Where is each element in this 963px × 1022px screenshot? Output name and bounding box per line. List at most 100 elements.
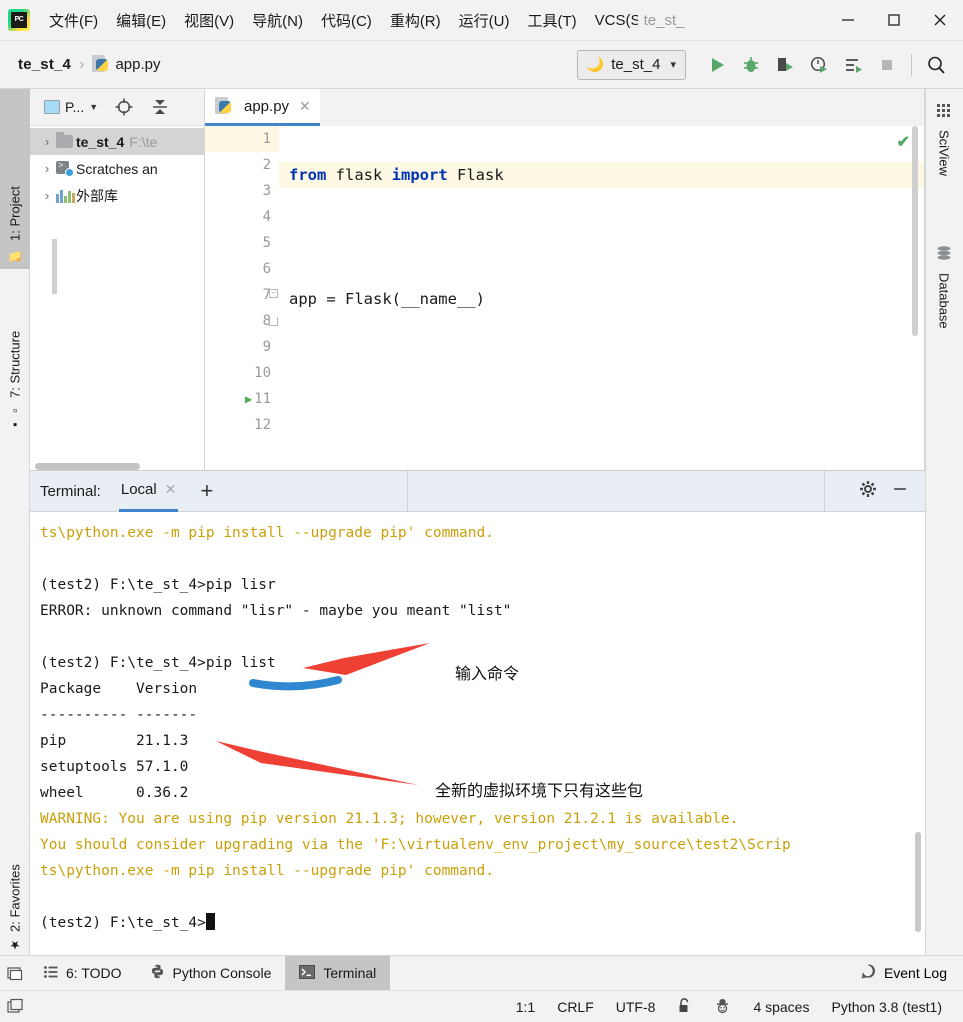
run-config-icon: 🌙 xyxy=(586,56,605,72)
code-line: app = Flask(__name__) xyxy=(289,290,485,308)
minimize-icon[interactable] xyxy=(825,0,871,41)
terminal-tab-local[interactable]: Local ✕ xyxy=(118,471,179,512)
run-config-name: te_st_4 xyxy=(611,56,661,73)
menu-tools[interactable]: 工具(T) xyxy=(518,7,585,34)
target-icon[interactable] xyxy=(114,97,134,117)
project-horizontal-scrollbar[interactable] xyxy=(35,463,140,470)
terminal-header-divider-2 xyxy=(824,471,825,511)
annotation-label-1: 输入命令 xyxy=(455,666,520,683)
layout-icon[interactable] xyxy=(0,998,30,1015)
line-separator[interactable]: CRLF xyxy=(546,999,605,1015)
project-view-label: P... xyxy=(65,99,85,115)
menu-code[interactable]: 代码(C) xyxy=(312,7,381,34)
breadcrumb-separator: › xyxy=(79,55,85,73)
menu-run[interactable]: 运行(U) xyxy=(450,7,519,34)
breadcrumb-project[interactable]: te_st_4 xyxy=(18,56,71,73)
project-tree-scrollbar[interactable] xyxy=(52,239,57,294)
collapse-all-icon[interactable] xyxy=(150,97,170,117)
python-icon xyxy=(150,964,165,982)
sidebar-item-database[interactable]: Database xyxy=(925,237,963,338)
tool-windows-icon[interactable] xyxy=(0,965,30,981)
breadcrumb-file[interactable]: app.py xyxy=(115,56,160,73)
run-with-params-button[interactable] xyxy=(836,48,870,82)
terminal-scrollbar[interactable] xyxy=(915,832,921,932)
chevron-right-icon[interactable]: › xyxy=(38,161,56,176)
menu-view[interactable]: 视图(V) xyxy=(175,7,243,34)
bottom-tab-python-console[interactable]: Python Console xyxy=(136,956,286,991)
code-editor[interactable]: 1 2 3 4 5 6 7 8 9 10 11 12 ▶ − from flas… xyxy=(205,126,924,470)
menu-edit[interactable]: 编辑(E) xyxy=(107,7,175,34)
project-view-icon xyxy=(44,100,60,114)
run-line-marker[interactable]: ▶ xyxy=(245,392,252,406)
search-icon[interactable] xyxy=(919,48,953,82)
terminal-tool-window: Terminal: Local ✕ + ts\python.exe -m pip… xyxy=(30,470,925,956)
folder-icon: 📁 xyxy=(8,247,22,262)
sidebar-item-sciview[interactable]: SciView xyxy=(925,95,963,185)
sidebar-item-favorites[interactable]: ★ 2: Favorites xyxy=(0,799,30,959)
terminal-prompt-line: (test2) F:\te_st_4> xyxy=(40,910,925,936)
window-controls xyxy=(825,0,963,41)
chevron-right-icon[interactable]: › xyxy=(38,134,56,149)
minimize-icon[interactable] xyxy=(891,480,909,503)
sidebar-item-structure[interactable]: ▪▫ 7: Structure xyxy=(0,279,30,439)
new-terminal-tab-button[interactable]: + xyxy=(200,480,213,502)
caret-position[interactable]: 1:1 xyxy=(505,999,546,1015)
terminal-actions xyxy=(859,480,925,503)
terminal-line: ts\python.exe -m pip install --upgrade p… xyxy=(40,525,494,541)
folder-icon xyxy=(56,132,76,148)
tree-item-path: F:\te xyxy=(129,133,158,150)
bottom-tab-terminal[interactable]: Terminal xyxy=(285,955,391,991)
library-icon xyxy=(56,189,76,203)
sidebar-item-project[interactable]: 📁 1: Project xyxy=(0,89,30,269)
terminal-line: pip 21.1.3 xyxy=(40,733,189,749)
close-icon[interactable]: ✕ xyxy=(299,98,311,115)
stop-button[interactable] xyxy=(870,48,904,82)
status-bar: 1:1 CRLF UTF-8 4 spaces Python 3.8 (test… xyxy=(0,990,963,1022)
line-number-gutter: 1 2 3 4 5 6 7 8 9 10 11 12 ▶ − xyxy=(205,126,279,470)
line-number: 12 xyxy=(254,417,271,433)
run-configuration-selector[interactable]: 🌙 te_st_4 ▾ xyxy=(576,49,686,80)
sidebar-item-structure-label: 7: Structure xyxy=(7,330,23,398)
bottom-tab-todo[interactable]: 6: TODO xyxy=(30,956,136,991)
gear-icon[interactable] xyxy=(859,480,877,503)
terminal-prompt: (test2) F:\te_st_4> xyxy=(40,915,206,931)
editor-tab-label: app.py xyxy=(244,97,290,115)
line-number: 2 xyxy=(262,157,271,173)
event-log-button[interactable]: Event Log xyxy=(860,963,963,983)
menu-navigate[interactable]: 导航(N) xyxy=(243,7,312,34)
close-icon[interactable] xyxy=(917,0,963,41)
chevron-right-icon[interactable]: › xyxy=(38,188,56,203)
code-fold-toggle[interactable]: − xyxy=(269,289,278,298)
run-button[interactable] xyxy=(700,48,734,82)
unlocked-icon[interactable] xyxy=(666,997,703,1017)
debug-button[interactable] xyxy=(734,48,768,82)
close-icon[interactable]: ✕ xyxy=(165,481,177,498)
menu-file[interactable]: 文件(F) xyxy=(40,7,107,34)
editor-tab-bar: app.py ✕ xyxy=(205,89,924,126)
inspection-status-icon[interactable]: ✔ xyxy=(897,132,910,152)
hector-icon[interactable] xyxy=(703,997,742,1017)
toolbar-divider xyxy=(911,53,912,76)
python-interpreter[interactable]: Python 3.8 (test1) xyxy=(820,999,953,1015)
menu-refactor[interactable]: 重构(R) xyxy=(381,7,450,34)
profile-button[interactable] xyxy=(802,48,836,82)
tree-item-project-root[interactable]: › te_st_4 F:\te xyxy=(30,128,204,155)
maximize-icon[interactable] xyxy=(871,0,917,41)
terminal-title: Terminal: xyxy=(40,482,101,500)
terminal-output[interactable]: ts\python.exe -m pip install --upgrade p… xyxy=(30,512,925,956)
tree-item-external-libraries[interactable]: › 外部库 xyxy=(30,182,204,209)
pycharm-logo-icon xyxy=(8,9,30,31)
code-content[interactable]: from flask import Flask app = Flask(__na… xyxy=(279,126,924,470)
project-tool-window: P... ▼ › te_st_4 F:\te › > Scratches an … xyxy=(30,89,205,470)
run-coverage-button[interactable] xyxy=(768,48,802,82)
editor-scrollbar[interactable] xyxy=(912,126,918,336)
indent-setting[interactable]: 4 spaces xyxy=(742,999,820,1015)
line-number: 10 xyxy=(254,365,271,381)
tree-item-scratches[interactable]: › Scratches an xyxy=(30,155,204,182)
editor-tab-app-py[interactable]: app.py ✕ xyxy=(205,89,320,126)
encoding[interactable]: UTF-8 xyxy=(605,999,667,1015)
line-number: 1 xyxy=(205,126,279,152)
menu-vcs[interactable]: VCS(S xyxy=(586,9,638,32)
project-view-selector[interactable]: P... ▼ xyxy=(44,99,98,115)
